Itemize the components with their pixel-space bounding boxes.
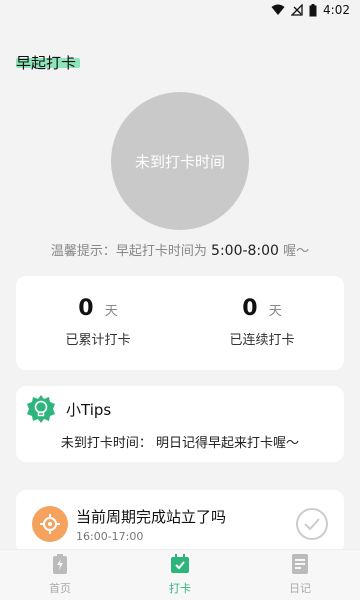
stat-streak: 0 天 已连续打卡	[180, 296, 344, 348]
tab-checkin-label: 打卡	[169, 582, 191, 595]
reminder-text: 温馨提示：早起打卡时间为 5:00-8:00 喔～	[0, 240, 360, 259]
no-signal-icon	[291, 4, 303, 16]
tab-checkin[interactable]: 打卡	[120, 550, 240, 600]
wifi-icon	[271, 4, 285, 16]
stat-total-label: 已累计打卡	[65, 333, 131, 348]
tab-home-label: 首页	[49, 582, 71, 595]
status-bar: 4:02	[0, 0, 360, 20]
document-icon	[291, 554, 309, 577]
task-title: 当前周期完成站立了吗	[76, 508, 227, 526]
stat-total: 0 天 已累计打卡	[16, 296, 180, 348]
tips-body: 未到打卡时间： 明日记得早起来打卡喔～	[60, 436, 300, 451]
checkmark-icon	[304, 518, 320, 531]
reminder-suffix: 喔～	[283, 244, 310, 259]
task-check-button[interactable]	[296, 508, 328, 540]
stat-streak-value: 0	[242, 296, 258, 321]
stat-total-value: 0	[78, 296, 94, 321]
tab-home[interactable]: 首页	[0, 550, 120, 600]
calendar-check-icon	[170, 554, 190, 577]
lightbulb-icon	[26, 394, 56, 424]
battery-icon	[52, 554, 68, 577]
checkin-button[interactable]: 未到打卡时间	[111, 92, 249, 230]
page-title: 早起打卡	[16, 54, 77, 72]
stat-streak-unit: 天	[268, 304, 282, 319]
task-card[interactable]: 当前周期完成站立了吗 16:00-17:00	[16, 490, 344, 554]
tab-diary[interactable]: 日记	[240, 550, 360, 600]
checkin-button-label: 未到打卡时间	[134, 152, 225, 171]
reminder-prefix: 温馨提示：早起打卡时间为	[50, 244, 207, 259]
status-time: 4:02	[323, 3, 350, 17]
tips-card: 小Tips 未到打卡时间： 明日记得早起来打卡喔～	[16, 386, 344, 462]
tab-bar: 首页 打卡 日记	[0, 549, 360, 600]
tab-diary-label: 日记	[289, 582, 311, 595]
stat-total-unit: 天	[104, 304, 118, 319]
stats-card: 0 天 已累计打卡 0 天 已连续打卡	[16, 276, 344, 370]
battery-status-icon	[309, 3, 317, 17]
reminder-time: 5:00-8:00	[211, 243, 279, 259]
stat-streak-label: 已连续打卡	[229, 333, 295, 348]
tips-title: 小Tips	[66, 401, 112, 419]
task-time: 16:00-17:00	[76, 530, 144, 543]
target-icon	[32, 506, 68, 542]
